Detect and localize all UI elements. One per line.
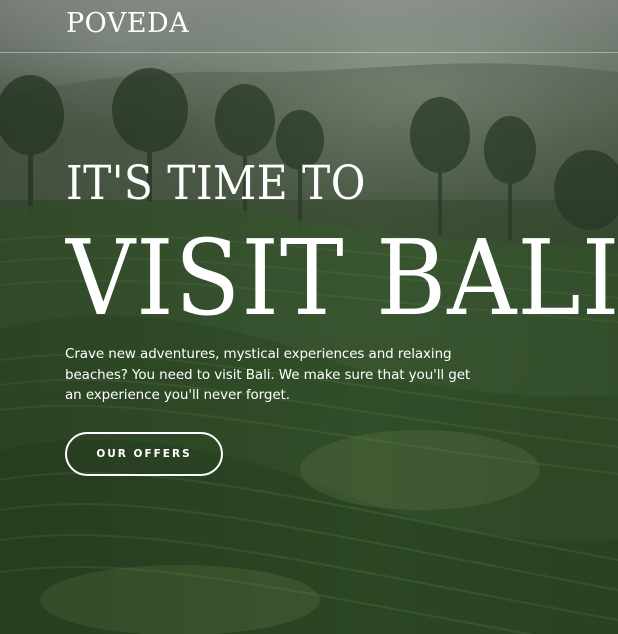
hero-description: Crave new adventures, mystical experienc… <box>65 346 471 403</box>
top-navigation-bar: POVEDA <box>0 0 618 53</box>
brand-logo[interactable]: POVEDA <box>66 8 189 39</box>
our-offers-button[interactable]: OUR OFFERS <box>65 432 223 476</box>
hero-kicker: IT'S TIME TO <box>66 156 366 211</box>
hero-headline: VISIT BALI <box>66 217 618 339</box>
hero-section: POVEDA IT'S TIME TO VISIT BALI Crave new… <box>0 0 618 634</box>
